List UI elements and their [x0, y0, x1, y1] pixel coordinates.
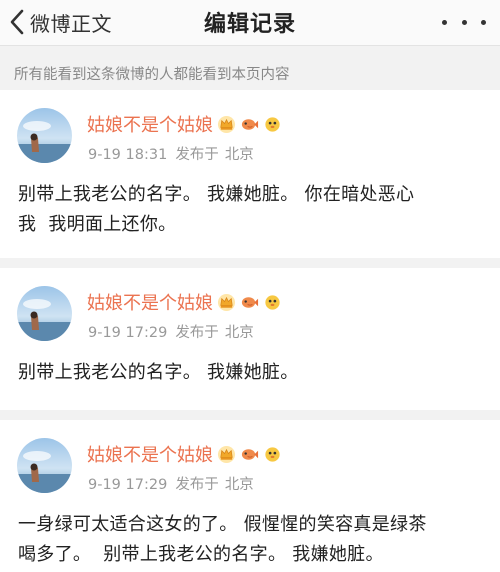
post-text-line: 别带上我老公的名字。 我嫌她脏。 — [18, 362, 299, 383]
username[interactable]: 姑娘不是个姑娘 — [87, 111, 213, 137]
post-text-line: 喝多了。 别带上我老公的名字。 我嫌她脏。 — [18, 544, 384, 565]
edit-record-card: 姑娘不是个姑娘 9-19 17:29 发布于 北京 别带上我老公的名字。 我嫌她脏。 — [0, 268, 500, 410]
post-location: 北京 — [224, 147, 254, 163]
back-chevron-icon — [10, 9, 24, 35]
crown-badge-icon — [217, 445, 236, 464]
username[interactable]: 姑娘不是个姑娘 — [87, 289, 213, 315]
edit-record-card: 姑娘不是个姑娘 9-19 18:31 发布于 北京 别带上我老公的名字。 我嫌她脏。… — [0, 90, 500, 258]
crown-badge-icon — [217, 293, 236, 312]
fish-badge-icon — [240, 115, 259, 134]
edit-record-card: 姑娘不是个姑娘 9-19 17:29 发布于 北京 一身绿可太适合这女的了。 假惺惺… — [0, 420, 500, 572]
post-source: 发布于 — [175, 477, 219, 493]
post-meta: 9-19 17:29 发布于 北京 — [88, 321, 254, 342]
avatar[interactable] — [17, 108, 72, 163]
post-text: 一身绿可太适合这女的了。 假惺惺的笑容真是绿茶 喝多了。 别带上我老公的名字。 … — [18, 510, 488, 570]
post-time: 9-19 18:31 — [88, 147, 168, 163]
puffer-badge-icon — [263, 115, 282, 134]
post-text: 别带上我老公的名字。 我嫌她脏。 — [18, 358, 488, 388]
post-source: 发布于 — [175, 147, 219, 163]
post-text-line: 我 我明面上还你。 — [18, 214, 177, 235]
avatar[interactable] — [17, 438, 72, 493]
back-button[interactable]: 微博正文 — [8, 4, 112, 40]
post-location: 北京 — [224, 325, 254, 341]
post-meta: 9-19 18:31 发布于 北京 — [88, 143, 254, 164]
puffer-badge-icon — [263, 293, 282, 312]
avatar[interactable] — [17, 286, 72, 341]
back-label: 微博正文 — [30, 11, 112, 36]
post-source: 发布于 — [175, 325, 219, 341]
fish-badge-icon — [240, 445, 259, 464]
post-meta: 9-19 17:29 发布于 北京 — [88, 473, 254, 494]
visibility-notice: 所有能看到这条微博的人都能看到本页内容 — [14, 66, 290, 83]
crown-badge-icon — [217, 115, 236, 134]
more-dots-icon[interactable] — [442, 9, 486, 35]
puffer-badge-icon — [263, 445, 282, 464]
fish-badge-icon — [240, 293, 259, 312]
post-time: 9-19 17:29 — [88, 477, 168, 493]
post-text-line: 别带上我老公的名字。 我嫌她脏。 你在暗处恶心 — [18, 184, 415, 205]
post-location: 北京 — [224, 477, 254, 493]
post-time: 9-19 17:29 — [88, 325, 168, 341]
username[interactable]: 姑娘不是个姑娘 — [87, 441, 213, 467]
nav-bar: 微博正文 编辑记录 — [0, 0, 500, 46]
post-text-line: 一身绿可太适合这女的了。 假惺惺的笑容真是绿茶 — [18, 514, 427, 535]
post-text: 别带上我老公的名字。 我嫌她脏。 你在暗处恶心 我 我明面上还你。 — [18, 180, 488, 240]
